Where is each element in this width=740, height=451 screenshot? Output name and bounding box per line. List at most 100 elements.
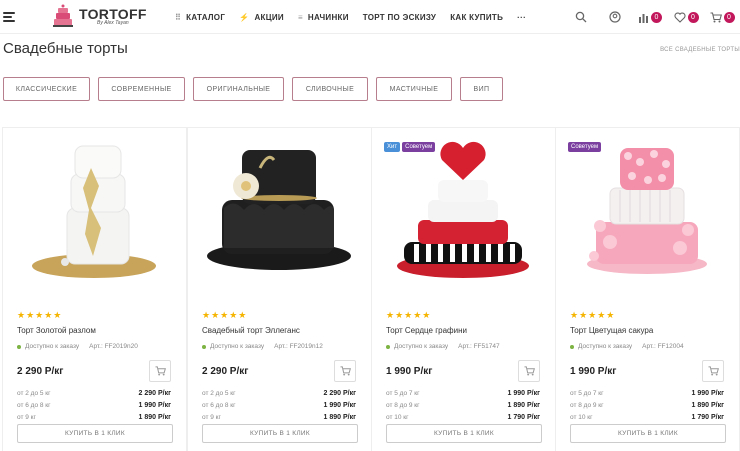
cart-button[interactable]: 0	[704, 0, 740, 34]
product-labels: Советуем	[568, 142, 603, 152]
rating-stars: ★★★★★	[386, 310, 432, 320]
add-to-cart-button[interactable]	[518, 360, 540, 382]
nav-item-label: КАК КУПИТЬ	[450, 12, 504, 22]
price-tier-row: от 8 до 9 кг 1 890 Р/кг	[386, 399, 540, 411]
price-tier-price: 1 890 Р/кг	[138, 413, 172, 421]
price-tier-price: 1 990 Р/кг	[507, 389, 541, 397]
price-tier-row: от 2 до 5 кг 2 290 Р/кг	[202, 387, 356, 399]
filter-button[interactable]: МАСТИЧНЫЕ	[376, 77, 452, 101]
price-tier-range: от 10 кг	[570, 413, 593, 421]
price-tier-range: от 9 кг	[202, 413, 221, 421]
available-dot-icon	[386, 344, 390, 349]
article-number: Арт.: FF12004	[642, 343, 684, 350]
product-image[interactable]	[570, 138, 724, 288]
product-image[interactable]	[386, 138, 540, 288]
add-to-cart-button[interactable]	[702, 360, 724, 382]
site-logo[interactable]: TORTOFF By Alex Tayan	[50, 3, 147, 29]
nav-item[interactable]: ≡ НАЧИНКИ	[298, 13, 349, 22]
product-grid: ★★★★★ Торт Золотой разлом Доступно к заказ…	[2, 127, 740, 451]
cart-icon	[155, 366, 166, 376]
availability-info: Доступно к заказу Арт.: FF12004	[570, 343, 684, 350]
availability-info: Доступно к заказу Арт.: FF2019n12	[202, 343, 323, 350]
price-tier-row: от 10 кг 1 790 Р/кг	[386, 411, 540, 423]
product-image[interactable]	[17, 138, 171, 288]
filter-button[interactable]: ВИП	[460, 77, 503, 101]
price-tier-price: 1 990 Р/кг	[138, 401, 172, 409]
article-number: Арт.: FF2019n20	[89, 343, 138, 350]
filter-button[interactable]: ОРИГИНАЛЬНЫЕ	[193, 77, 284, 101]
price-tier-price: 2 290 Р/кг	[138, 389, 172, 397]
nav-item[interactable]: КАК КУПИТЬ	[450, 13, 503, 22]
compare-count-badge: 0	[651, 11, 662, 23]
price-tier-row: от 5 до 7 кг 1 990 Р/кг	[570, 387, 724, 399]
logo-text: TORTOFF	[79, 5, 147, 22]
article-number: Арт.: FF2019n12	[274, 343, 323, 350]
product-card[interactable]: Хит Советуем ★★★★★ Торт Сердце графини Досту…	[371, 128, 556, 451]
price-tier-range: от 5 до 7 кг	[386, 389, 420, 397]
product-labels: Хит Советуем	[384, 142, 437, 152]
nav-item[interactable]: ⠿ КАТАЛОГ	[175, 13, 225, 22]
product-label-badge: Советуем	[402, 142, 436, 152]
article-number: Арт.: FF51747	[458, 343, 500, 350]
buy-one-click-button[interactable]: КУПИТЬ В 1 КЛИК	[17, 424, 173, 443]
product-card[interactable]: ★★★★★ Свадебный торт Эллеганс Доступно к з…	[187, 128, 372, 451]
product-name[interactable]: Торт Золотой разлом	[17, 326, 96, 335]
cart-icon	[340, 366, 351, 376]
breadcrumb-all-wedding[interactable]: ВСЕ СВАДЕБНЫЕ ТОРТЫ	[660, 47, 740, 53]
filter-button[interactable]: СОВРЕМЕННЫЕ	[98, 77, 185, 101]
nav-item-label: КАТАЛОГ	[186, 12, 226, 22]
favorites-count-badge: 0	[687, 11, 699, 23]
buy-one-click-button[interactable]: КУПИТЬ В 1 КЛИК	[570, 424, 726, 443]
cake-logo-icon	[53, 4, 73, 27]
bolt-icon: ⚡	[239, 12, 250, 22]
price-tier-price: 1 990 Р/кг	[691, 389, 725, 397]
cart-icon	[524, 366, 535, 376]
add-to-cart-button[interactable]	[149, 360, 171, 382]
product-name[interactable]: Торт Цветущая сакура	[570, 326, 653, 335]
availability-text: Доступно к заказу	[25, 343, 80, 350]
price-tier-price: 1 990 Р/кг	[323, 401, 357, 409]
price-tier-price: 1 890 Р/кг	[691, 401, 725, 409]
price-tier-price: 1 890 Р/кг	[507, 401, 541, 409]
nav-item-label: ТОРТ ПО ЭСКИЗУ	[362, 12, 437, 22]
price-tier-range: от 2 до 5 кг	[202, 389, 236, 397]
price-tier-range: от 9 кг	[17, 413, 36, 421]
price-tier-row: от 9 кг 1 890 Р/кг	[17, 411, 171, 423]
price-tier-price: 2 290 Р/кг	[323, 389, 357, 397]
compare-button[interactable]: 0	[632, 0, 668, 34]
buy-one-click-button[interactable]: КУПИТЬ В 1 КЛИК	[386, 424, 542, 443]
product-price: 2 290 Р/кг	[17, 366, 64, 377]
product-name[interactable]: Торт Сердце графини	[386, 326, 467, 335]
price-tier-range: от 6 до 8 кг	[202, 401, 236, 409]
price-tiers: от 5 до 7 кг 1 990 Р/кг от 8 до 9 кг 1 890 …	[386, 387, 540, 423]
rating-stars: ★★★★★	[202, 310, 248, 320]
available-dot-icon	[17, 344, 21, 349]
nav-item[interactable]: ⚡ АКЦИИ	[239, 13, 284, 22]
nav-item-label: АКЦИИ	[254, 12, 284, 22]
buy-one-click-button[interactable]: КУПИТЬ В 1 КЛИК	[202, 424, 358, 443]
price-tier-range: от 5 до 7 кг	[570, 389, 604, 397]
price-tier-row: от 9 кг 1 890 Р/кг	[202, 411, 356, 423]
price-tier-row: от 10 кг 1 790 Р/кг	[570, 411, 724, 423]
available-dot-icon	[570, 344, 574, 349]
menu-icon[interactable]	[3, 12, 15, 22]
product-price: 1 990 Р/кг	[570, 366, 617, 377]
product-card[interactable]: ★★★★★ Торт Золотой разлом Доступно к заказ…	[2, 128, 187, 451]
product-name[interactable]: Свадебный торт Эллеганс	[202, 326, 300, 335]
product-price: 1 990 Р/кг	[386, 366, 433, 377]
price-tier-row: от 6 до 8 кг 1 990 Р/кг	[202, 399, 356, 411]
availability-text: Доступно к заказу	[394, 343, 449, 350]
user-icon	[609, 11, 621, 23]
nav-item[interactable]: ТОРТ ПО ЭСКИЗУ	[363, 13, 436, 22]
account-button[interactable]	[598, 0, 632, 34]
availability-text: Доступно к заказу	[210, 343, 265, 350]
available-dot-icon	[202, 344, 206, 349]
product-card[interactable]: Советуем ★★★★★ Торт Цветущая сакура Доступн…	[555, 128, 740, 451]
search-button[interactable]	[564, 0, 598, 34]
add-to-cart-button[interactable]	[334, 360, 356, 382]
nav-item[interactable]: ···	[517, 13, 526, 22]
filter-button[interactable]: КЛАССИЧЕСКИЕ	[3, 77, 90, 101]
product-image[interactable]	[202, 138, 356, 288]
favorites-button[interactable]: 0	[668, 0, 704, 34]
filter-button[interactable]: СЛИВОЧНЫЕ	[292, 77, 368, 101]
